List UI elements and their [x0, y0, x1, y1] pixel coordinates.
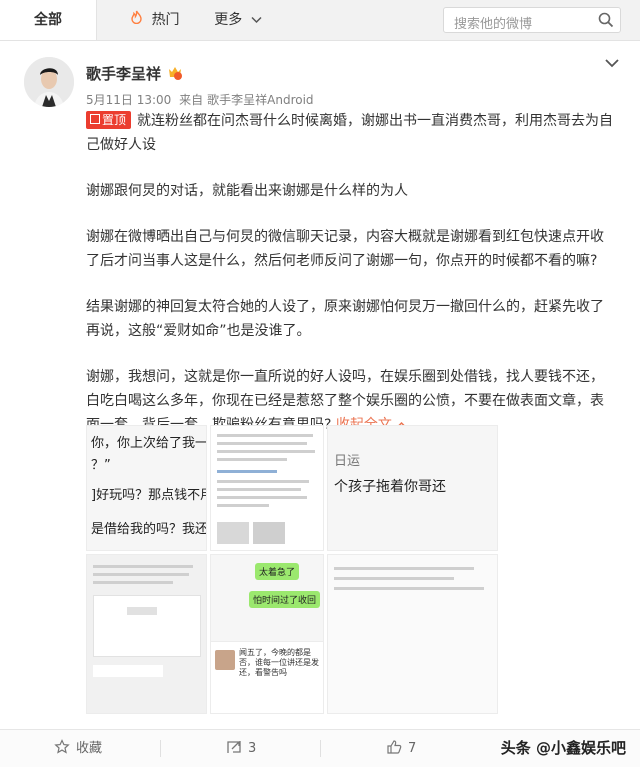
img1-line-4: 是借给我的吗？我还以 — [91, 522, 207, 537]
post-date[interactable]: 5月11日 13:00 — [86, 93, 171, 107]
paragraph-1: 置顶 就连粉丝都在问杰哥什么时候离婚，谢娜出书一直消费杰哥，利用杰哥去为自己做好人… — [86, 109, 616, 157]
paragraph-2: 谢娜跟何炅的对话，就能看出来谢娜是什么样的为人 — [86, 183, 408, 199]
source-prefix: 来自 — [179, 93, 204, 107]
repost-button[interactable]: 3 — [226, 730, 256, 767]
img6-caption: 闻五了，今晚的都是否，谁每一位讲还是发还，看警告吗 — [239, 648, 319, 677]
paragraph-1-text: 就连粉丝都在问杰哥什么时候离婚，谢娜出书一直消费杰哥，利用杰哥去为自己做好人设 — [86, 113, 614, 153]
search-icon[interactable] — [598, 12, 614, 28]
like-count: 7 — [408, 741, 417, 756]
paragraph-4: 结果谢娜的神回复太符合她的人设了，原来谢娜怕何炅万一撤回什么的，赶紧先收了再说，… — [86, 299, 604, 339]
search-input[interactable]: 搜索他的微博 — [454, 13, 532, 32]
img5-bubble-2: 怕时间过了收回 — [249, 591, 321, 608]
search-box[interactable]: 搜索他的微博 — [443, 7, 621, 33]
image-thumb-3[interactable]: 日运 个孩子拖着你哥还 — [327, 425, 498, 551]
author-name[interactable]: 歌手李呈祥 — [86, 63, 161, 84]
tab-more-label: 更多 — [214, 12, 243, 28]
star-icon — [54, 739, 70, 754]
action-bar: 收藏 3 7 头条 @小鑫娱乐吧 — [0, 729, 640, 767]
image-thumb-2[interactable] — [210, 425, 324, 551]
top-nav-bar: 全部 热门 更多 搜索他的微博 — [0, 0, 640, 41]
pinned-label: 置顶 — [102, 113, 127, 127]
img1-line-2: ？” — [91, 458, 111, 473]
image-gallery: 你，你上次给了我一点钱 ？” ]好玩吗？那点钱不用还 是借给我的吗？我还以 日运… — [86, 425, 498, 715]
repost-count: 3 — [248, 741, 257, 756]
chevron-down-icon — [251, 14, 262, 27]
pin-icon — [90, 114, 100, 124]
tab-all-label: 全部 — [34, 12, 62, 28]
img3-line-2: 个孩子拖着你哥还 — [334, 479, 446, 495]
paragraph-3: 谢娜在微博晒出自己与何炅的微信聊天记录，内容大概就是谢娜看到红包快速点开收了后才… — [86, 229, 604, 269]
avatar[interactable] — [24, 57, 74, 107]
tab-hot[interactable]: 热门 — [110, 0, 200, 40]
img1-line-1: 你，你上次给了我一点钱 — [91, 436, 207, 451]
img1-line-3: ]好玩吗？那点钱不用还 — [91, 488, 206, 503]
image-thumb-7[interactable] — [327, 554, 498, 714]
post-menu-chevron-icon[interactable] — [604, 53, 620, 69]
pinned-badge: 置顶 — [86, 111, 132, 129]
img3-line-1: 日运 — [334, 454, 361, 469]
post-body: 置顶 就连粉丝都在问杰哥什么时候离婚，谢娜出书一直消费杰哥，利用杰哥去为自己做好人… — [86, 109, 616, 459]
post-source[interactable]: 歌手李呈祥Android — [207, 93, 313, 107]
like-button[interactable]: 7 — [386, 730, 416, 767]
image-thumb-1[interactable]: 你，你上次给了我一点钱 ？” ]好玩吗？那点钱不用还 是借给我的吗？我还以 — [86, 425, 207, 551]
image-thumb-4[interactable] — [86, 554, 207, 714]
favorite-button[interactable]: 收藏 — [54, 730, 102, 767]
fire-icon — [130, 10, 147, 28]
img5-bubble-1: 太着急了 — [255, 563, 300, 580]
repost-icon — [227, 741, 241, 753]
tab-all[interactable]: 全部 — [0, 0, 97, 40]
thumbs-up-icon — [387, 740, 402, 754]
tab-hot-label: 热门 — [151, 12, 180, 28]
post-meta: 5月11日 13:00 来自 歌手李呈祥Android — [86, 91, 318, 108]
image-thumb-6[interactable]: 闻五了，今晚的都是否，谁每一位讲还是发还，看警告吗 — [210, 641, 324, 714]
watermark: 头条 @小鑫娱乐吧 — [500, 739, 626, 757]
favorite-label: 收藏 — [76, 741, 103, 756]
tab-more[interactable]: 更多 — [208, 0, 268, 40]
vip-badge-icon — [166, 65, 184, 81]
